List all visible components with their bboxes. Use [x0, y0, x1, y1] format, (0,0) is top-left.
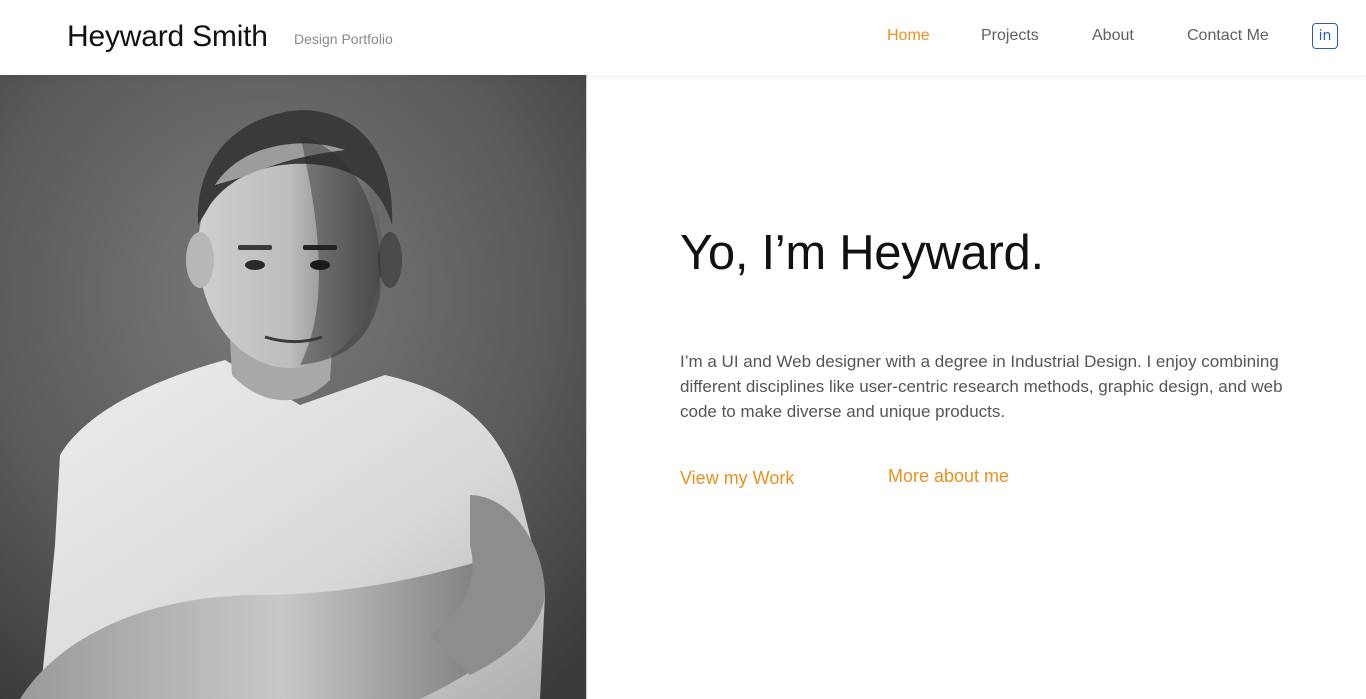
more-about-me-link[interactable]: More about me: [888, 466, 1009, 487]
portrait-photo: [0, 75, 587, 699]
nav-home[interactable]: Home: [887, 27, 930, 45]
hero-title: Yo, I’m Heyward.: [680, 226, 1044, 280]
hero-description: I’m a UI and Web designer with a degree …: [680, 352, 1283, 421]
nav-contact-me[interactable]: Contact Me: [1187, 27, 1269, 45]
brand-name[interactable]: Heyward Smith: [67, 20, 268, 54]
linkedin-icon: in: [1318, 28, 1332, 44]
portrait-illustration: [0, 75, 587, 699]
brand-tagline: Design Portfolio: [294, 31, 393, 47]
site-header: Heyward Smith Design Portfolio Home Proj…: [0, 0, 1366, 75]
nav-about[interactable]: About: [1092, 27, 1134, 45]
linkedin-button[interactable]: in: [1312, 23, 1338, 49]
view-my-work-link[interactable]: View my Work: [680, 468, 794, 489]
nav-projects[interactable]: Projects: [981, 27, 1039, 45]
